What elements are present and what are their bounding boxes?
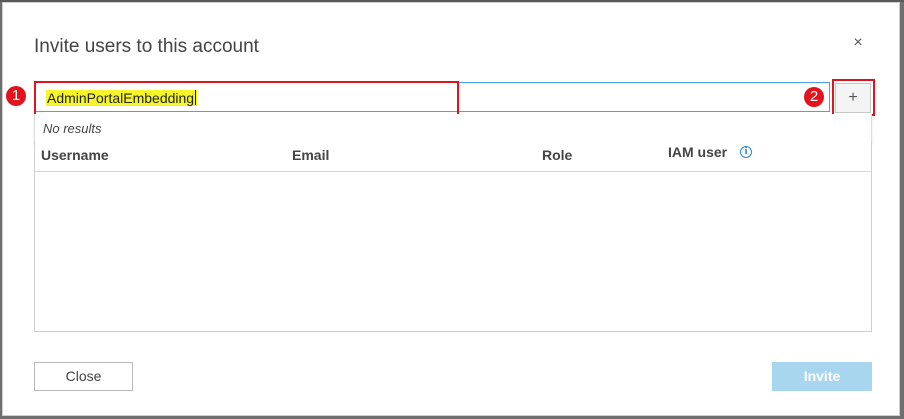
annotation-marker-2: 2 [804,87,824,107]
column-header-username: Username [41,147,109,163]
user-search-input[interactable]: AdminPortalEmbedding [34,82,830,112]
search-results-dropdown: No results [34,114,872,143]
column-header-iam-user: IAM user [668,144,728,160]
info-icon[interactable]: i [740,146,752,158]
invite-users-dialog: Invite users to this account × AdminPort… [2,2,900,416]
add-user-button[interactable]: + [835,83,871,113]
text-cursor [195,90,197,105]
users-table: Username Email Role IAM user i [34,142,872,332]
close-button[interactable]: Close [34,362,133,391]
annotation-marker-1: 1 [6,86,26,106]
dialog-title: Invite users to this account [34,36,259,57]
search-input-value: AdminPortalEmbedding [46,90,198,106]
column-header-email: Email [292,147,330,163]
table-header: Username Email Role IAM user i [35,142,871,172]
close-icon[interactable]: × [851,35,865,51]
plus-icon: + [848,89,858,106]
invite-button[interactable]: Invite [772,362,872,391]
column-header-role: Role [542,147,573,163]
no-results-message: No results [43,121,102,136]
